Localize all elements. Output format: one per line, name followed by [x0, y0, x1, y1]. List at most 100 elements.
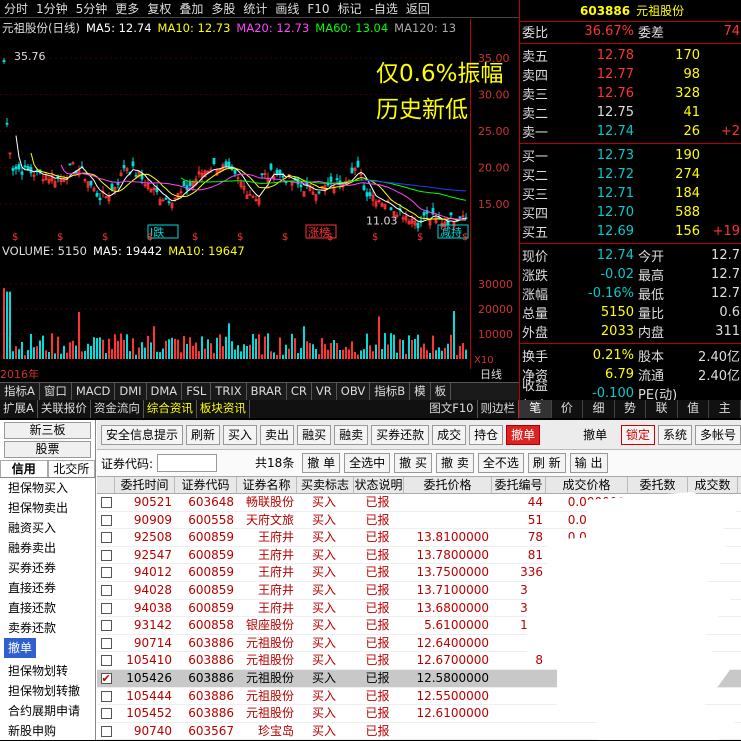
- nav-item[interactable]: 买券还券: [0, 558, 95, 578]
- menu-item[interactable]: F10: [303, 2, 333, 16]
- quote-tab[interactable]: 价: [552, 400, 584, 418]
- nav-item[interactable]: 撤单: [4, 638, 37, 658]
- toolbar-button[interactable]: 撤单: [506, 424, 541, 445]
- column-header[interactable]: [97, 477, 115, 493]
- row-checkbox-cell[interactable]: [97, 547, 115, 564]
- column-header[interactable]: 状态说明: [354, 477, 404, 493]
- row-checkbox[interactable]: [100, 514, 112, 526]
- volume-chart[interactable]: 30000 20000 10000 X10: [0, 259, 519, 367]
- nav-item[interactable]: 合约展期申请: [0, 701, 95, 721]
- code-input[interactable]: [157, 454, 218, 472]
- nav-item[interactable]: 卖券还款: [0, 618, 95, 638]
- row-checkbox-cell[interactable]: [97, 652, 115, 669]
- toolbar-button[interactable]: 卖出: [260, 424, 295, 445]
- indicator-tab[interactable]: VR: [312, 383, 337, 400]
- indicator-tab[interactable]: DMI: [115, 383, 147, 400]
- nav-item[interactable]: 担保物卖出: [0, 498, 95, 518]
- indicator-tab[interactable]: 模: [410, 383, 431, 400]
- toolbar-right-button[interactable]: 系统: [657, 424, 692, 445]
- row-checkbox[interactable]: [100, 672, 112, 684]
- row-checkbox[interactable]: [100, 725, 112, 737]
- column-header[interactable]: 买卖标志: [297, 477, 354, 493]
- row-checkbox[interactable]: [100, 655, 112, 667]
- quote-tab[interactable]: 主: [709, 400, 741, 418]
- tab-bse[interactable]: 北交所: [47, 460, 95, 477]
- nav-item[interactable]: 直接还券: [0, 578, 95, 598]
- nav-item[interactable]: 担保物划转: [0, 661, 95, 681]
- row-checkbox[interactable]: [100, 584, 112, 596]
- info-tab[interactable]: 图文F10: [426, 400, 478, 418]
- info-tab[interactable]: 扩展A: [0, 400, 38, 418]
- filter-button[interactable]: 撤 卖: [436, 453, 474, 473]
- filter-button[interactable]: 全选中: [344, 453, 391, 473]
- filter-button[interactable]: 全不选: [477, 453, 524, 473]
- nav-item[interactable]: 担保物买入: [0, 478, 95, 498]
- menu-item[interactable]: 复权: [143, 0, 175, 17]
- info-tab[interactable]: 资金流向: [91, 400, 144, 418]
- indicator-tab[interactable]: DMA: [147, 383, 183, 400]
- toolbar-button[interactable]: 刷新: [186, 424, 221, 445]
- row-checkbox-cell[interactable]: [97, 582, 115, 599]
- filter-button[interactable]: 撤 单: [302, 453, 341, 473]
- indicator-tab[interactable]: TRIX: [211, 383, 247, 400]
- menu-item[interactable]: 分时: [0, 0, 32, 17]
- info-tab[interactable]: 关联报价: [38, 400, 91, 418]
- indicator-tab[interactable]: MACD: [72, 383, 116, 400]
- indicator-tab[interactable]: 板: [431, 383, 452, 400]
- quote-tab[interactable]: 细: [583, 400, 615, 418]
- toolbar-button[interactable]: 买券还款: [371, 424, 430, 445]
- tab-credit[interactable]: 信用: [0, 460, 48, 477]
- toolbar-button[interactable]: 成交: [432, 424, 467, 445]
- row-checkbox[interactable]: [100, 690, 112, 702]
- indicator-tab[interactable]: 窗口: [40, 383, 72, 400]
- filter-button[interactable]: 刷 新: [527, 453, 566, 473]
- info-tab[interactable]: 综合资讯: [144, 400, 197, 418]
- filter-button[interactable]: 撤 买: [394, 453, 432, 473]
- column-header[interactable]: 委托价格: [404, 477, 492, 493]
- row-checkbox-cell[interactable]: [97, 688, 115, 705]
- nav-item[interactable]: 融券卖出: [0, 538, 95, 558]
- menu-item[interactable]: -自选: [366, 0, 402, 17]
- indicator-tab[interactable]: FSL: [182, 383, 212, 400]
- row-checkbox[interactable]: [100, 620, 112, 632]
- info-tab[interactable]: 则边栏: [478, 400, 519, 418]
- row-checkbox-cell[interactable]: [97, 723, 115, 740]
- row-checkbox[interactable]: [100, 532, 112, 544]
- toolbar-right-button[interactable]: 多帐号: [694, 424, 741, 445]
- row-checkbox[interactable]: [100, 567, 112, 579]
- menu-item[interactable]: 更多: [111, 0, 143, 17]
- toolbar-button[interactable]: 融卖: [334, 424, 369, 445]
- indicator-tab[interactable]: BRAR: [247, 383, 287, 400]
- toolbar-button[interactable]: 融买: [297, 424, 332, 445]
- quote-tab[interactable]: 势: [615, 400, 647, 418]
- column-header[interactable]: 证券名称: [237, 477, 297, 493]
- menu-item[interactable]: 5分钟: [72, 0, 112, 17]
- nav-item[interactable]: 担保物划转撤: [0, 681, 95, 701]
- row-checkbox-cell[interactable]: [97, 600, 115, 617]
- toolbar-right-button[interactable]: 锁定: [620, 424, 655, 445]
- menu-item[interactable]: 返回: [402, 0, 434, 17]
- toolbar-button[interactable]: 安全信息提示: [101, 424, 184, 445]
- menu-item[interactable]: 标记: [334, 0, 366, 17]
- row-checkbox-cell[interactable]: [97, 494, 115, 511]
- nav-btn-neeq[interactable]: 新三板: [4, 422, 91, 439]
- row-checkbox[interactable]: [100, 602, 112, 614]
- quote-tab[interactable]: 值: [678, 400, 710, 418]
- indicator-tab[interactable]: CR: [287, 383, 312, 400]
- menu-item[interactable]: 1分钟: [32, 0, 72, 17]
- menu-item[interactable]: 叠加: [175, 0, 207, 17]
- column-header[interactable]: 证券代码: [175, 477, 237, 493]
- row-checkbox-cell[interactable]: [97, 635, 115, 652]
- row-checkbox-cell[interactable]: [97, 617, 115, 634]
- nav-btn-stock[interactable]: 股票: [4, 441, 91, 458]
- indicator-tab[interactable]: 指标A: [0, 383, 40, 400]
- indicator-tab[interactable]: 指标B: [370, 383, 411, 400]
- menu-item[interactable]: 多股: [207, 0, 239, 17]
- toolbar-button[interactable]: 买入: [223, 424, 258, 445]
- nav-item[interactable]: 新股申购: [0, 721, 95, 741]
- filter-button[interactable]: 输 出: [569, 453, 608, 473]
- row-checkbox[interactable]: [100, 497, 112, 508]
- row-checkbox-cell[interactable]: [97, 705, 115, 722]
- row-checkbox[interactable]: [100, 637, 112, 649]
- row-checkbox-cell[interactable]: [97, 512, 115, 529]
